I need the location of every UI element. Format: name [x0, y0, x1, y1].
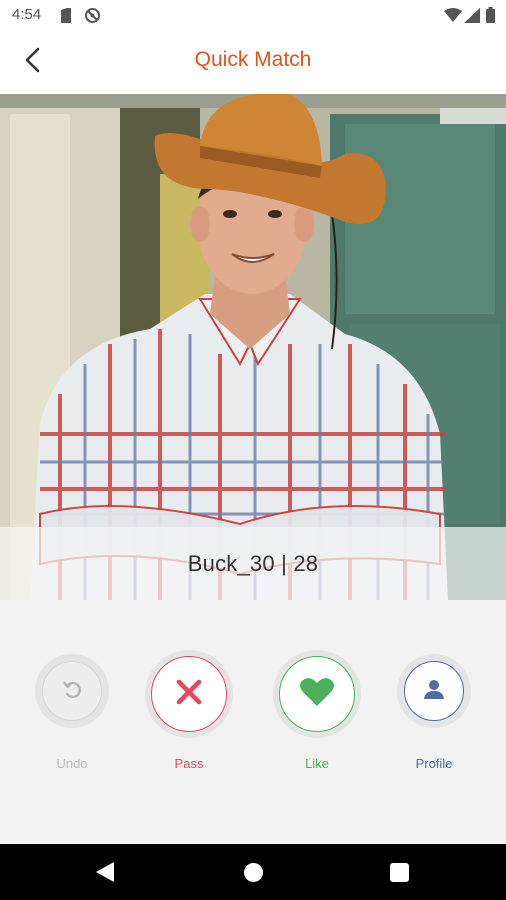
undo-action: Undo: [22, 650, 122, 771]
like-label: Like: [305, 756, 329, 771]
like-action: Like: [267, 650, 367, 771]
heart-icon: [299, 677, 335, 712]
back-triangle-icon[interactable]: [96, 862, 114, 887]
signal-icon: [464, 8, 480, 28]
undo-button[interactable]: [35, 654, 109, 728]
profile-photo[interactable]: [0, 94, 506, 600]
home-circle-icon[interactable]: [244, 863, 263, 882]
sim-card-icon: [60, 8, 72, 28]
status-bar: 4:54: [0, 0, 506, 32]
undo-label: Undo: [56, 756, 88, 771]
page-title: Quick Match: [194, 48, 312, 71]
close-icon: [176, 679, 202, 710]
person-icon: [423, 678, 445, 705]
action-bar: Undo Pass Like Profile: [0, 600, 506, 844]
pass-label: Pass: [174, 756, 204, 771]
pass-action: Pass: [139, 650, 239, 771]
recents-square-icon[interactable]: [390, 863, 409, 882]
pass-button[interactable]: [145, 650, 233, 738]
app-bar: Quick Match: [0, 32, 506, 94]
status-time: 4:54: [12, 6, 42, 23]
battery-icon: [486, 7, 495, 28]
profile-label: Profile: [415, 756, 453, 771]
profile-button[interactable]: [397, 654, 471, 728]
like-button[interactable]: [273, 650, 361, 738]
profile-name-age: Buck_30 | 28: [187, 550, 319, 576]
sync-disabled-icon: [84, 7, 101, 29]
profile-action: Profile: [384, 650, 484, 771]
name-banner: Buck_30 | 28: [0, 527, 506, 600]
undo-icon: [61, 678, 83, 705]
wifi-icon: [444, 8, 462, 27]
navigation-bar: [0, 844, 506, 900]
